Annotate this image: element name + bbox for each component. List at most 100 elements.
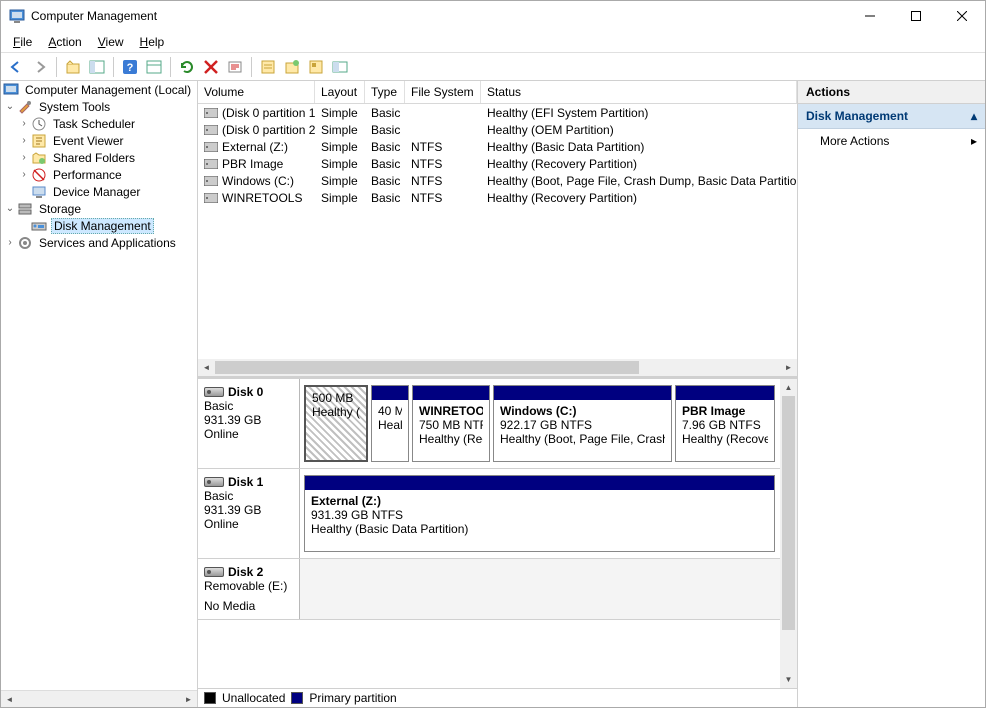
volume-icon bbox=[204, 142, 218, 152]
volume-layout: Simple bbox=[315, 123, 365, 137]
properties-button[interactable] bbox=[143, 56, 165, 78]
volume-row[interactable]: WINRETOOLS Simple Basic NTFS Healthy (Re… bbox=[198, 189, 797, 206]
volume-row[interactable]: (Disk 0 partition 1) Simple Basic Health… bbox=[198, 104, 797, 121]
computer-icon bbox=[3, 82, 19, 98]
disk-row[interactable]: Disk 2 Removable (E:) No Media bbox=[198, 559, 797, 620]
tree-system-tools[interactable]: ⌄ System Tools bbox=[1, 98, 197, 115]
help-button[interactable]: ? bbox=[119, 56, 141, 78]
legend: Unallocated Primary partition bbox=[198, 688, 797, 707]
expand-icon[interactable]: › bbox=[3, 237, 17, 248]
volume-icon bbox=[204, 193, 218, 203]
tree-shared-folders[interactable]: › Shared Folders bbox=[1, 149, 197, 166]
volume-list-body[interactable]: (Disk 0 partition 1) Simple Basic Health… bbox=[198, 104, 797, 359]
scroll-right-icon[interactable]: ► bbox=[780, 359, 797, 376]
column-layout[interactable]: Layout bbox=[315, 81, 365, 103]
disk-info[interactable]: Disk 0 Basic 931.39 GB Online bbox=[198, 379, 300, 468]
actions-more[interactable]: More Actions ▸ bbox=[798, 129, 985, 153]
tree-event-viewer[interactable]: › Event Viewer bbox=[1, 132, 197, 149]
tree-performance[interactable]: › Performance bbox=[1, 166, 197, 183]
volume-list-scrollbar[interactable]: ◄ ► bbox=[198, 359, 797, 376]
device-icon bbox=[31, 184, 47, 200]
partition[interactable]: PBR Image 7.96 GB NTFS Healthy (Recovery… bbox=[675, 385, 775, 462]
volume-status: Healthy (Basic Data Partition) bbox=[481, 140, 797, 154]
show-hide-tree-button[interactable] bbox=[86, 56, 108, 78]
scroll-left-icon[interactable]: ◄ bbox=[1, 691, 18, 707]
actions-header: Actions bbox=[798, 81, 985, 104]
scroll-left-icon[interactable]: ◄ bbox=[198, 359, 215, 376]
settings-button[interactable] bbox=[224, 56, 246, 78]
forward-button[interactable] bbox=[29, 56, 51, 78]
disk-vertical-scrollbar[interactable]: ▲ ▼ bbox=[780, 379, 797, 688]
volume-row[interactable]: Windows (C:) Simple Basic NTFS Healthy (… bbox=[198, 172, 797, 189]
minimize-button[interactable] bbox=[847, 1, 893, 31]
expand-icon[interactable]: › bbox=[17, 152, 31, 163]
column-status[interactable]: Status bbox=[481, 81, 797, 103]
menu-view[interactable]: View bbox=[90, 33, 132, 51]
new-button[interactable] bbox=[281, 56, 303, 78]
volume-row[interactable]: (Disk 0 partition 2) Simple Basic Health… bbox=[198, 121, 797, 138]
volume-name: (Disk 0 partition 1) bbox=[222, 106, 315, 120]
tree-disk-management[interactable]: Disk Management bbox=[1, 217, 197, 234]
volume-name: WINRETOOLS bbox=[222, 191, 302, 205]
scrollbar-thumb[interactable] bbox=[782, 396, 795, 630]
volume-status: Healthy (Boot, Page File, Crash Dump, Ba… bbox=[481, 174, 797, 188]
toolbar: ? bbox=[1, 53, 985, 81]
disk-info[interactable]: Disk 2 Removable (E:) No Media bbox=[198, 559, 300, 619]
menu-help[interactable]: Help bbox=[132, 33, 173, 51]
expand-icon[interactable]: › bbox=[17, 135, 31, 146]
partition[interactable]: 500 MB Healthy (EFI System Partition) bbox=[304, 385, 368, 462]
actions-section[interactable]: Disk Management ▴ bbox=[798, 104, 985, 129]
collapse-icon[interactable]: ⌄ bbox=[3, 101, 17, 112]
partition[interactable]: 40 MB Healthy bbox=[371, 385, 409, 462]
list-view-button[interactable] bbox=[257, 56, 279, 78]
volume-layout: Simple bbox=[315, 191, 365, 205]
scrollbar-thumb[interactable] bbox=[215, 361, 639, 374]
partition[interactable]: WINRETOOLS 750 MB NTFS Healthy (Recovery… bbox=[412, 385, 490, 462]
tree-device-manager[interactable]: Device Manager bbox=[1, 183, 197, 200]
disk-row[interactable]: Disk 0 Basic 931.39 GB Online 500 MB Hea… bbox=[198, 379, 797, 469]
volume-type: Basic bbox=[365, 157, 405, 171]
volume-row[interactable]: PBR Image Simple Basic NTFS Healthy (Rec… bbox=[198, 155, 797, 172]
volume-name: PBR Image bbox=[222, 157, 283, 171]
disk-size: 931.39 GB bbox=[204, 413, 293, 427]
partition[interactable]: External (Z:) 931.39 GB NTFS Healthy (Ba… bbox=[304, 475, 775, 552]
legend-label: Primary partition bbox=[309, 691, 396, 705]
tree-horizontal-scrollbar[interactable]: ◄ ► bbox=[1, 690, 197, 707]
expand-icon[interactable]: › bbox=[17, 118, 31, 129]
tree-storage[interactable]: ⌄ Storage bbox=[1, 200, 197, 217]
collapse-icon[interactable]: ⌄ bbox=[3, 203, 17, 214]
tree-services-apps[interactable]: › Services and Applications bbox=[1, 234, 197, 251]
volume-row[interactable]: External (Z:) Simple Basic NTFS Healthy … bbox=[198, 138, 797, 155]
column-type[interactable]: Type bbox=[365, 81, 405, 103]
tree-label: Device Manager bbox=[51, 185, 142, 199]
delete-button[interactable] bbox=[200, 56, 222, 78]
event-icon bbox=[31, 133, 47, 149]
column-volume[interactable]: Volume bbox=[198, 81, 315, 103]
menu-action[interactable]: Action bbox=[40, 33, 89, 51]
disk-info[interactable]: Disk 1 Basic 931.39 GB Online bbox=[198, 469, 300, 558]
refresh-button[interactable] bbox=[176, 56, 198, 78]
titlebar: Computer Management bbox=[1, 1, 985, 31]
tree-label: Shared Folders bbox=[51, 151, 137, 165]
disk-row[interactable]: Disk 1 Basic 931.39 GB Online External (… bbox=[198, 469, 797, 559]
disk-type: Removable (E:) bbox=[204, 579, 293, 593]
options-button[interactable] bbox=[329, 56, 351, 78]
console-tree[interactable]: Computer Management (Local) ⌄ System Too… bbox=[1, 81, 197, 690]
column-file-system[interactable]: File System bbox=[405, 81, 481, 103]
close-button[interactable] bbox=[939, 1, 985, 31]
volume-name: (Disk 0 partition 2) bbox=[222, 123, 315, 137]
tree-label: Computer Management (Local) bbox=[23, 83, 193, 97]
detail-view-button[interactable] bbox=[305, 56, 327, 78]
back-button[interactable] bbox=[5, 56, 27, 78]
volume-status: Healthy (Recovery Partition) bbox=[481, 191, 797, 205]
expand-icon[interactable]: › bbox=[17, 169, 31, 180]
tree-root[interactable]: Computer Management (Local) bbox=[1, 81, 197, 98]
menu-file[interactable]: File bbox=[5, 33, 40, 51]
up-button[interactable] bbox=[62, 56, 84, 78]
scroll-up-icon[interactable]: ▲ bbox=[780, 379, 797, 396]
tree-task-scheduler[interactable]: › Task Scheduler bbox=[1, 115, 197, 132]
scroll-right-icon[interactable]: ► bbox=[180, 691, 197, 707]
scroll-down-icon[interactable]: ▼ bbox=[780, 671, 797, 688]
maximize-button[interactable] bbox=[893, 1, 939, 31]
partition[interactable]: Windows (C:) 922.17 GB NTFS Healthy (Boo… bbox=[493, 385, 672, 462]
